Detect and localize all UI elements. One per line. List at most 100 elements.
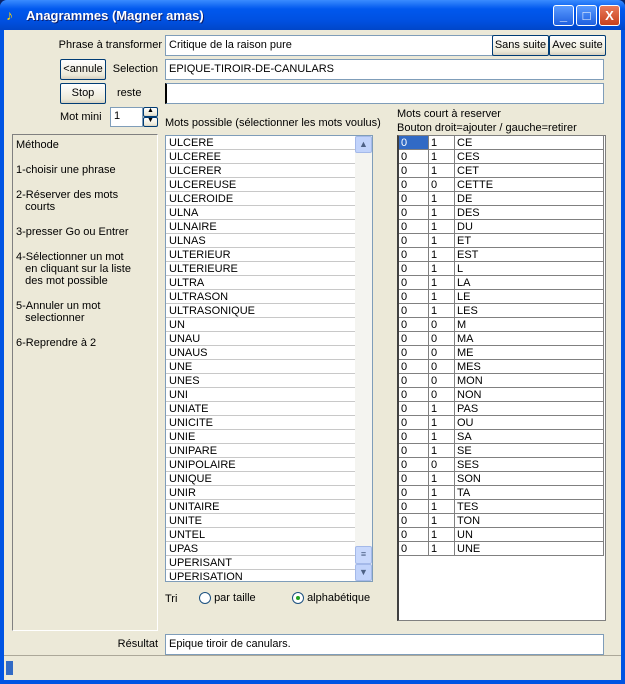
spin-down-button[interactable]: ▼ <box>143 117 158 127</box>
list-item[interactable]: ULNA <box>166 206 372 220</box>
grid-cell[interactable]: 0 <box>399 416 429 430</box>
grid-cell[interactable]: UN <box>455 528 604 542</box>
grid-cell[interactable]: TA <box>455 486 604 500</box>
grid-cell[interactable]: 0 <box>429 178 455 192</box>
grid-cell[interactable]: DU <box>455 220 604 234</box>
grid-cell[interactable]: 0 <box>399 276 429 290</box>
grid-cell[interactable]: 1 <box>429 430 455 444</box>
grid-cell[interactable]: 0 <box>399 542 429 556</box>
grid-row[interactable]: 0 0 MA <box>399 332 605 346</box>
reste-input[interactable] <box>165 83 604 104</box>
grid-row[interactable]: 0 1 UNE <box>399 542 605 556</box>
minimize-button[interactable]: _ <box>553 5 574 26</box>
avec-suite-button[interactable]: Avec suite <box>549 35 606 56</box>
stop-button[interactable]: Stop <box>60 83 106 104</box>
list-item[interactable]: UNITE <box>166 514 372 528</box>
list-item[interactable]: ULTRASONIQUE <box>166 304 372 318</box>
list-item[interactable]: UNIR <box>166 486 372 500</box>
grid-cell[interactable]: 1 <box>429 206 455 220</box>
grid-row[interactable]: 00M <box>399 318 605 332</box>
grid-row[interactable]: 0 1 SE <box>399 444 605 458</box>
grid-cell[interactable]: 0 <box>399 486 429 500</box>
grid-row[interactable]: 0 1 EST <box>399 248 605 262</box>
grid-cell[interactable]: 1 <box>429 402 455 416</box>
grid-cell[interactable]: CE <box>455 136 604 150</box>
grid-row[interactable]: 0 1 CE <box>399 136 605 150</box>
grid-cell[interactable]: CES <box>455 150 604 164</box>
grid-cell[interactable]: 0 <box>399 444 429 458</box>
grid-cell[interactable]: LA <box>455 276 604 290</box>
grid-cell[interactable]: 0 <box>399 360 429 374</box>
list-item[interactable]: ULNAIRE <box>166 220 372 234</box>
grid-row[interactable]: 0 1 SA <box>399 430 605 444</box>
grid-cell[interactable]: 0 <box>429 388 455 402</box>
list-item[interactable]: UPAS <box>166 542 372 556</box>
grid-row[interactable]: 0 1 TON <box>399 514 605 528</box>
grid-cell[interactable]: 1 <box>429 150 455 164</box>
grid-cell[interactable]: TON <box>455 514 604 528</box>
list-item[interactable]: UNITAIRE <box>166 500 372 514</box>
grid-cell[interactable]: 0 <box>429 346 455 360</box>
scrollbar[interactable]: ▲ ≡ ▼ <box>355 136 372 581</box>
grid-cell[interactable]: 1 <box>429 276 455 290</box>
scroll-down-icon[interactable]: ▼ <box>355 564 372 581</box>
grid-cell[interactable]: 1 <box>429 304 455 318</box>
grid-cell[interactable]: EST <box>455 248 604 262</box>
grid-row[interactable]: 0 0 MES <box>399 360 605 374</box>
list-item[interactable]: UNIQUE <box>166 472 372 486</box>
grid-cell[interactable]: SE <box>455 444 604 458</box>
grid-row[interactable]: 0 1 LA <box>399 276 605 290</box>
resultat-input[interactable]: Epique tiroir de canulars. <box>165 634 604 655</box>
grid-cell[interactable]: 0 <box>399 192 429 206</box>
grid-row[interactable]: 0 1 DE <box>399 192 605 206</box>
grid-cell[interactable]: 0 <box>399 206 429 220</box>
grid-row[interactable]: 0 1 PAS <box>399 402 605 416</box>
grid-cell[interactable]: SON <box>455 472 604 486</box>
grid-cell[interactable]: ME <box>455 346 604 360</box>
grid-cell[interactable]: 0 <box>429 332 455 346</box>
close-button[interactable]: X <box>599 5 620 26</box>
list-item[interactable]: ULCEREUSE <box>166 178 372 192</box>
grid-cell[interactable]: 0 <box>429 360 455 374</box>
phrase-input[interactable]: Critique de la raison pure <box>165 35 493 56</box>
grid-cell[interactable]: L <box>455 262 604 276</box>
grid-cell[interactable]: 1 <box>429 416 455 430</box>
scroll-up-icon[interactable]: ▲ <box>355 136 372 153</box>
list-item[interactable]: UNICITE <box>166 416 372 430</box>
grid-cell[interactable]: 0 <box>399 150 429 164</box>
grid-cell[interactable]: M <box>455 318 604 332</box>
list-item[interactable]: UNIATE <box>166 402 372 416</box>
grid-row[interactable]: 0 1 ET <box>399 234 605 248</box>
list-item[interactable]: UNIE <box>166 430 372 444</box>
grid-row[interactable]: 0 1 LE <box>399 290 605 304</box>
list-item[interactable]: UPERISATION <box>166 570 372 581</box>
grid-cell[interactable]: 0 <box>399 458 429 472</box>
grid-cell[interactable]: 1 <box>429 164 455 178</box>
grid-cell[interactable]: 0 <box>399 318 429 332</box>
list-item[interactable]: ULTERIEURE <box>166 262 372 276</box>
list-item[interactable]: UNIPOLAIRE <box>166 458 372 472</box>
grid-cell[interactable]: CETTE <box>455 178 604 192</box>
grid-cell[interactable]: 0 <box>399 136 429 150</box>
list-item[interactable]: UNTEL <box>166 528 372 542</box>
annule-button[interactable]: <annule <box>60 59 106 80</box>
grid-cell[interactable]: 1 <box>429 136 455 150</box>
grid-cell[interactable]: 0 <box>399 430 429 444</box>
grid-cell[interactable]: 0 <box>399 220 429 234</box>
list-item[interactable]: ULCEREE <box>166 150 372 164</box>
grid-cell[interactable]: SES <box>455 458 604 472</box>
grid-row[interactable]: 0 1 CET <box>399 164 605 178</box>
grid-cell[interactable]: 0 <box>399 514 429 528</box>
list-item[interactable]: UNES <box>166 374 372 388</box>
grid-row[interactable]: 0 0 NON <box>399 388 605 402</box>
grid-cell[interactable]: TES <box>455 500 604 514</box>
grid-cell[interactable]: 0 <box>399 374 429 388</box>
grid-cell[interactable]: 1 <box>429 234 455 248</box>
list-item[interactable]: ULCERE <box>166 136 372 150</box>
grid-cell[interactable]: 0 <box>399 388 429 402</box>
grid-cell[interactable]: 0 <box>399 178 429 192</box>
grid-cell[interactable]: 1 <box>429 542 455 556</box>
grid-cell[interactable]: 0 <box>399 528 429 542</box>
grid-cell[interactable]: LE <box>455 290 604 304</box>
grid-cell[interactable]: 1 <box>429 528 455 542</box>
